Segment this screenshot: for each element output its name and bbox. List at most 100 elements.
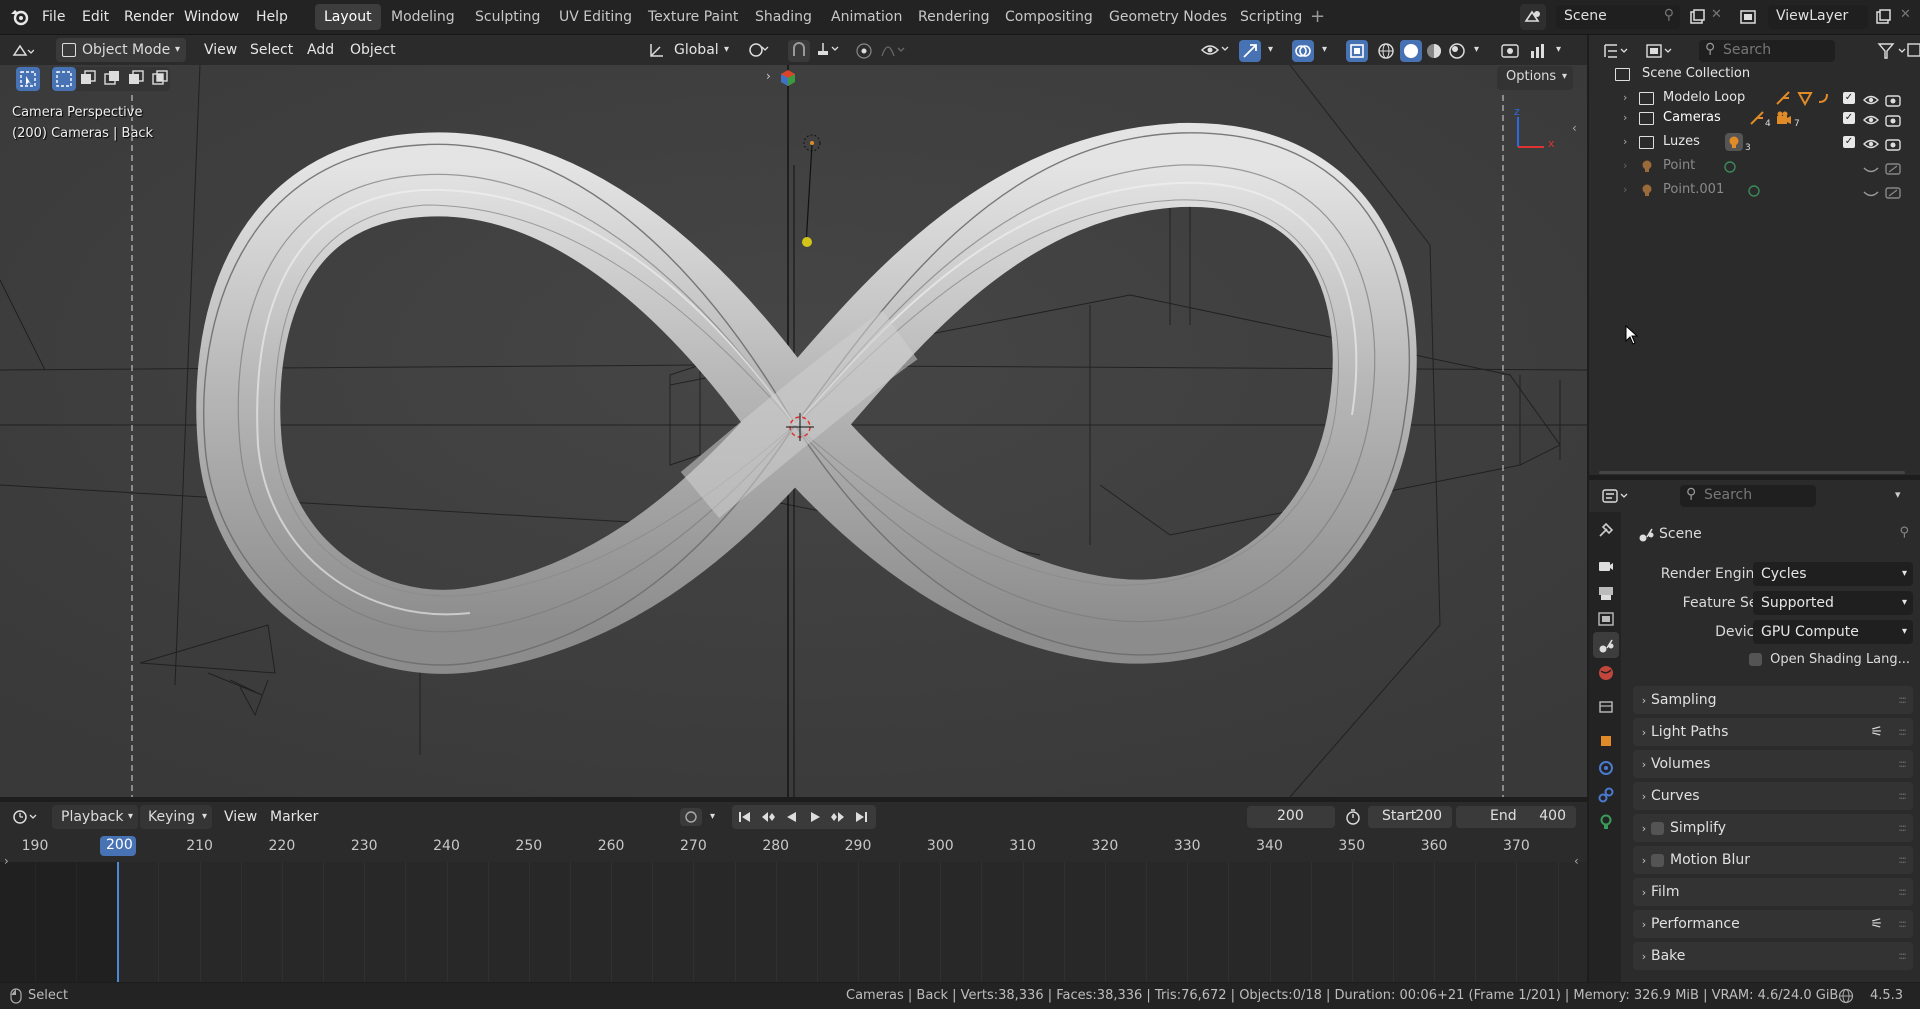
drag-handle-icon[interactable]: ::::	[1898, 686, 1907, 714]
expand-icon[interactable]: ›	[1623, 154, 1627, 178]
tab-shading[interactable]: Shading	[746, 4, 821, 30]
simplify-checkbox[interactable]	[1651, 821, 1664, 835]
device-dropdown[interactable]: GPU Compute ▾	[1753, 620, 1913, 644]
menu-edit[interactable]: Edit	[82, 0, 109, 34]
panel-motion-blur[interactable]: › Motion Blur::::	[1633, 846, 1913, 874]
tab-physics-icon[interactable]	[1593, 755, 1619, 781]
new-view-layer-icon[interactable]	[1870, 4, 1896, 30]
visibility-toggle-icon[interactable]	[1500, 41, 1520, 65]
drag-handle-icon[interactable]: ::::	[1898, 718, 1907, 746]
panel-curves[interactable]: › Curves::::	[1633, 782, 1913, 810]
pin-icon[interactable]: ⚲	[1899, 525, 1909, 540]
menu-add[interactable]: Add	[299, 38, 342, 62]
panel-volumes[interactable]: › Volumes::::	[1633, 750, 1913, 778]
osl-checkbox-row[interactable]: Open Shading Lang...	[1749, 648, 1915, 672]
delete-scene-icon[interactable]: ✕	[1711, 7, 1722, 22]
add-workspace-icon[interactable]: +	[1310, 6, 1325, 27]
shading-rendered-icon[interactable]	[1447, 41, 1467, 65]
tab-uv-editing[interactable]: UV Editing	[550, 4, 641, 30]
timeline-view-menu[interactable]: View	[216, 805, 265, 829]
transform-orientation-icon[interactable]	[648, 42, 666, 62]
end-frame-field[interactable]: End 400	[1456, 806, 1576, 828]
transform-orientation-dropdown[interactable]: Global	[666, 38, 727, 62]
menu-select[interactable]: Select	[242, 38, 301, 62]
panel-simplify[interactable]: › Simplify::::	[1633, 814, 1913, 842]
expand-icon[interactable]: ›	[1623, 106, 1627, 130]
playback-menu[interactable]: Playback ▾	[52, 805, 138, 829]
panel-film[interactable]: › Film::::	[1633, 878, 1913, 906]
panel-sampling[interactable]: › Sampling::::	[1633, 686, 1913, 714]
select-invert-icon[interactable]	[124, 67, 148, 95]
expand-icon[interactable]: ›	[1623, 130, 1627, 154]
eye-closed-icon[interactable]	[1863, 184, 1879, 208]
chevron-down-icon[interactable]: ▾	[1268, 44, 1273, 55]
select-new-icon[interactable]	[52, 67, 76, 91]
chevron-down-icon[interactable]: ▾	[710, 811, 715, 822]
camera-render-icon[interactable]	[1885, 183, 1901, 207]
next-keyframe-icon[interactable]	[830, 810, 846, 828]
tab-scene-icon[interactable]	[1593, 632, 1619, 658]
tab-object-icon[interactable]	[1593, 728, 1619, 754]
pivot-icon[interactable]	[748, 41, 778, 63]
delete-view-layer-icon[interactable]: ✕	[1900, 7, 1911, 22]
keying-menu[interactable]: Keying ▾	[140, 805, 212, 829]
tab-geometry-nodes[interactable]: Geometry Nodes	[1100, 4, 1236, 30]
presets-icon[interactable]: ⚟	[1870, 910, 1883, 938]
drag-handle-icon[interactable]: ::::	[1898, 878, 1907, 906]
tab-view-layer-icon[interactable]	[1593, 606, 1619, 632]
include-checkbox[interactable]: ✓	[1843, 136, 1855, 148]
outliner-row-point-001[interactable]: › Point.001	[1589, 178, 1920, 202]
blender-logo-icon[interactable]	[10, 8, 30, 30]
menu-object[interactable]: Object	[342, 38, 404, 62]
menu-file[interactable]: File	[42, 0, 65, 34]
timeline-marker-menu[interactable]: Marker	[262, 805, 326, 829]
mode-dropdown[interactable]: Object Mode ▾	[56, 38, 186, 62]
expand-icon[interactable]: ›	[1623, 178, 1627, 202]
stopwatch-icon[interactable]	[1344, 808, 1362, 830]
chevron-down-icon[interactable]: ▾	[1556, 44, 1561, 55]
new-scene-icon[interactable]	[1684, 4, 1710, 30]
scene-selector-icon[interactable]	[1520, 4, 1546, 30]
properties-editor-icon[interactable]	[1601, 487, 1635, 509]
drag-handle-icon[interactable]: ::::	[1898, 750, 1907, 778]
chevron-left-icon[interactable]: ‹	[1574, 854, 1579, 868]
tab-collection-icon[interactable]	[1593, 694, 1619, 720]
tab-constraints-icon[interactable]	[1593, 782, 1619, 808]
selection-mode-group[interactable]	[50, 67, 170, 91]
drag-handle-icon[interactable]: ::::	[1898, 814, 1907, 842]
drag-handle-icon[interactable]: ::::	[1898, 942, 1907, 970]
jump-end-icon[interactable]	[854, 810, 868, 828]
chevron-down-icon[interactable]: ▾	[1474, 44, 1479, 55]
play-reverse-icon[interactable]	[784, 810, 798, 828]
panel-bake[interactable]: › Bake::::	[1633, 942, 1913, 970]
menu-render[interactable]: Render	[124, 0, 174, 34]
scene-name-field[interactable]: Scene ⚲	[1556, 5, 1680, 29]
playhead-line[interactable]	[117, 862, 119, 982]
sidebar-toggle-icon[interactable]: ‹	[1572, 121, 1577, 135]
drag-handle-icon[interactable]: ::::	[1898, 782, 1907, 810]
render-engine-dropdown[interactable]: Cycles ▾	[1753, 562, 1913, 586]
snap-target-icon[interactable]	[816, 41, 846, 63]
tab-modeling[interactable]: Modeling	[382, 4, 464, 30]
properties-search-field[interactable]: ⚲ Search	[1680, 485, 1816, 507]
menu-view[interactable]: View	[196, 38, 245, 62]
pin-icon[interactable]: ⚲	[1664, 7, 1674, 23]
shading-wireframe-icon[interactable]	[1376, 41, 1396, 65]
select-subtract-icon[interactable]	[100, 67, 124, 95]
editor-type-icon[interactable]	[10, 38, 36, 64]
jump-start-icon[interactable]	[738, 810, 752, 828]
outliner-row-point[interactable]: › Point	[1589, 154, 1920, 178]
playhead-frame-badge[interactable]: 200	[100, 836, 136, 856]
osl-checkbox[interactable]	[1749, 653, 1762, 666]
tab-world-icon[interactable]	[1593, 660, 1619, 686]
tab-scripting[interactable]: Scripting	[1231, 4, 1311, 30]
tab-layout[interactable]: Layout	[315, 4, 381, 30]
filter-icon[interactable]	[1877, 42, 1911, 64]
tab-output-icon[interactable]	[1593, 580, 1619, 606]
falloff-icon[interactable]	[880, 42, 910, 62]
tab-compositing[interactable]: Compositing	[996, 4, 1102, 30]
proportional-edit-icon[interactable]	[855, 42, 873, 64]
shading-material-icon[interactable]	[1424, 41, 1444, 65]
drag-handle-icon[interactable]: ::::	[1898, 846, 1907, 874]
view-layer-icon[interactable]	[1735, 4, 1761, 30]
